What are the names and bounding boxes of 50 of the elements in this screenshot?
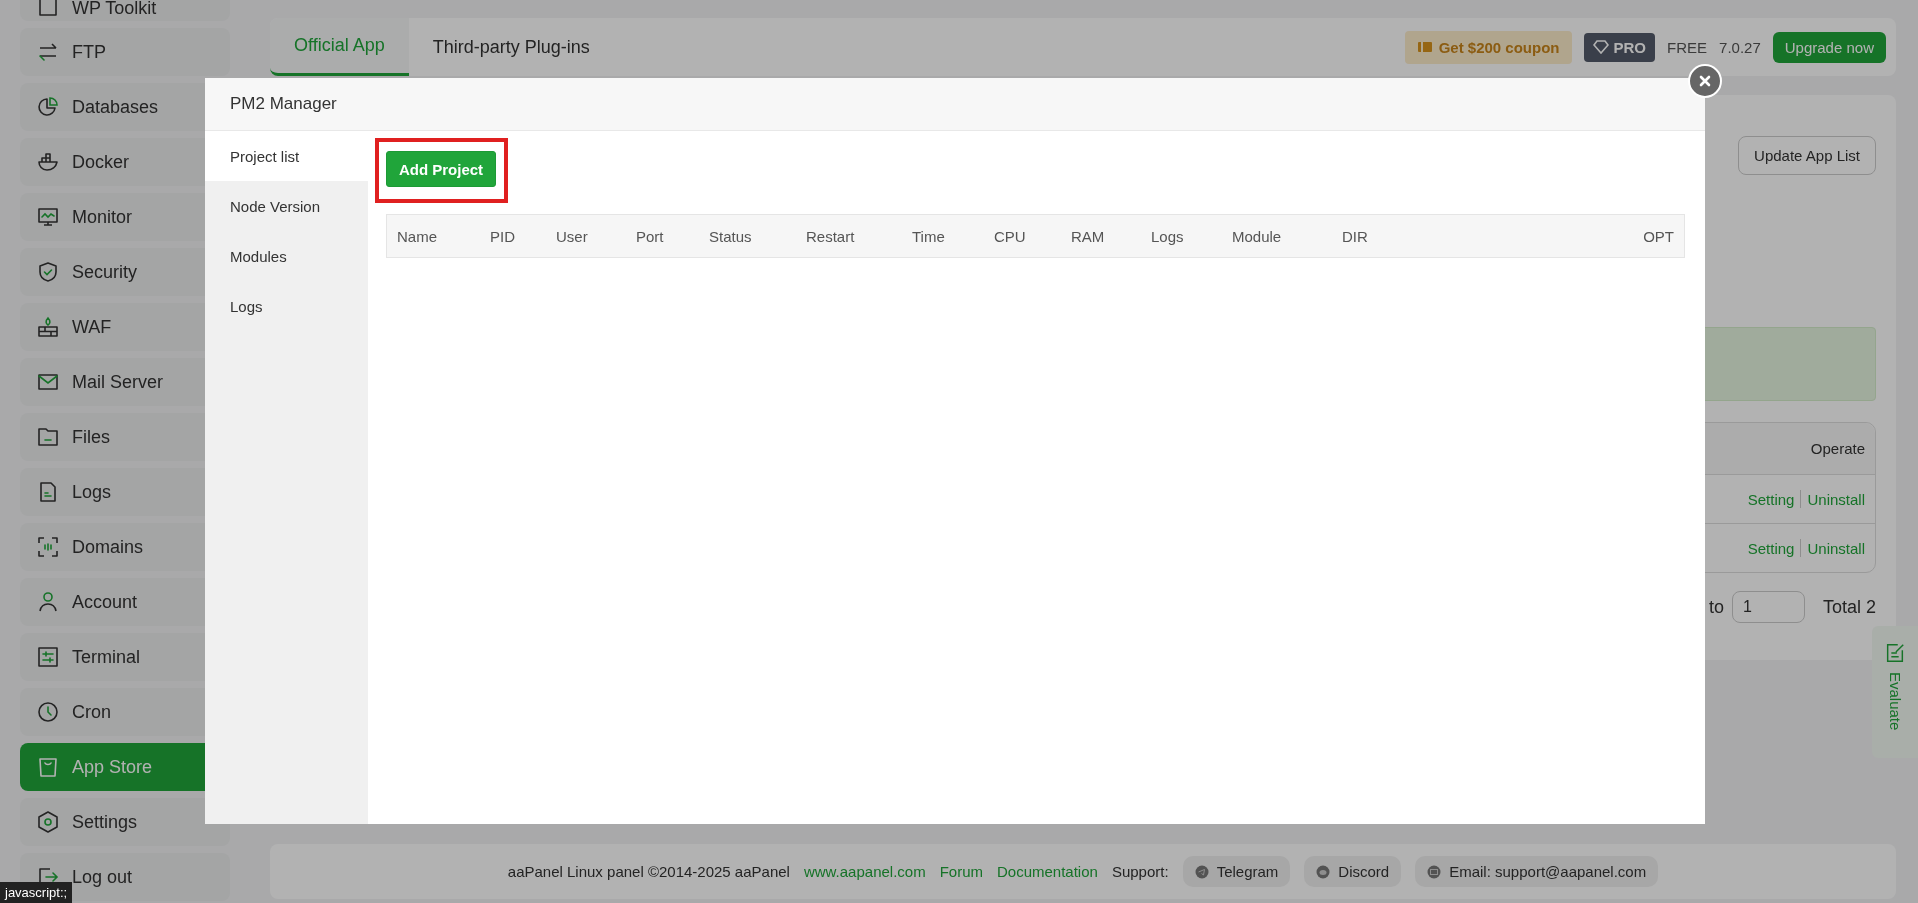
bag-icon — [36, 755, 60, 779]
column-header: OPT — [1643, 227, 1674, 245]
total-label: Total 2 — [1822, 596, 1876, 618]
copyright-text: aaPanel Linux panel ©2014-2025 aaPanel — [507, 863, 790, 880]
column-header: Logs — [1151, 227, 1185, 245]
column-header: CPU — [994, 227, 1027, 245]
dialog-tab[interactable]: Project list — [205, 131, 368, 181]
pro-badge[interactable]: PRO — [1583, 32, 1656, 62]
support-button[interactable]: Email: support@aapanel.com — [1415, 856, 1659, 887]
dialog-title: PM2 Manager — [230, 94, 337, 114]
update-button[interactable]: Update App List — [1738, 136, 1876, 175]
monitor-icon — [36, 205, 60, 229]
wall-icon — [36, 315, 60, 339]
settings-icon — [36, 810, 60, 834]
frame-icon — [36, 535, 60, 559]
clock-icon — [36, 700, 60, 724]
support-button[interactable]: Telegram — [1182, 856, 1291, 887]
add-project-button[interactable]: Add Project — [386, 151, 496, 187]
pie-chart-icon — [36, 95, 60, 119]
goto-label: to — [1708, 596, 1724, 618]
column-header: Time — [912, 227, 946, 245]
mail-icon — [1427, 864, 1442, 879]
folder-icon — [36, 425, 60, 449]
column-header: Port — [636, 227, 665, 245]
column-header: Module — [1232, 227, 1283, 245]
shield-icon — [36, 260, 60, 284]
column-header: Status — [709, 227, 753, 245]
telegram-icon — [1194, 864, 1209, 879]
terminal-icon — [36, 645, 60, 669]
diamond-icon — [1592, 40, 1609, 54]
column-header: RAM — [1071, 227, 1106, 245]
sidebar-item[interactable]: Settings — [20, 798, 230, 846]
edition-label: FREE — [1667, 38, 1708, 56]
column-header: Name — [397, 227, 438, 245]
user-icon — [36, 590, 60, 614]
column-header: User — [556, 227, 589, 245]
edit-note-icon — [1884, 642, 1906, 664]
version-label: 7.0.27 — [1719, 38, 1761, 56]
support-button[interactable]: Discord — [1304, 856, 1402, 887]
sidebar-item[interactable]: FTP — [20, 28, 230, 76]
ticket-icon — [1416, 40, 1433, 54]
support-label: Support: — [1111, 863, 1169, 880]
app-tab[interactable]: Third-party Plug-ins — [408, 18, 614, 76]
column-header: Operate — [1810, 440, 1865, 457]
column-header: DIR — [1342, 227, 1369, 245]
page-input[interactable]: 1 — [1731, 591, 1805, 623]
column-header: PID — [490, 227, 516, 245]
column-header: Restart — [806, 227, 856, 245]
status-url: javascript:; — [0, 882, 73, 903]
sidebar-item[interactable]: WP Toolkit — [20, 0, 230, 21]
